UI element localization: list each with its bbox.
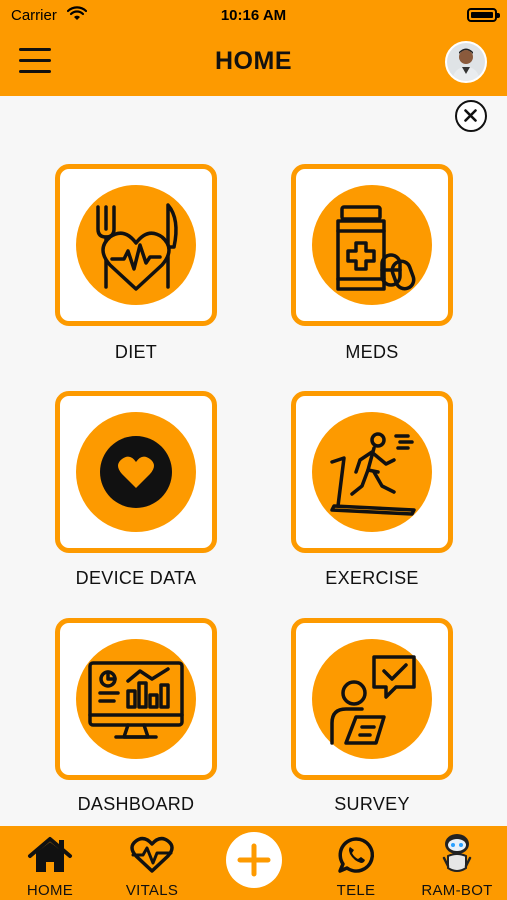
survey-tile[interactable] <box>291 618 453 780</box>
dashboard-icon-circle <box>76 639 196 759</box>
dashboard-tile[interactable] <box>55 618 217 780</box>
tab-ram-bot[interactable]: RAM-BOT <box>407 826 507 900</box>
medicine-bottle-pills-icon <box>336 205 416 291</box>
dashboard-label: DASHBOARD <box>77 794 195 814</box>
device-data-tile[interactable] <box>55 391 217 553</box>
home-icon <box>28 837 72 872</box>
diet-heart-cutlery-icon <box>96 203 178 291</box>
meds-label: MEDS <box>345 342 399 362</box>
heart-badge-icon <box>100 436 172 508</box>
exercise-icon-circle <box>312 412 432 532</box>
survey-label: SURVEY <box>334 794 410 814</box>
heart-pulse-icon <box>130 836 174 873</box>
battery-icon <box>467 8 500 22</box>
top-bar: Carrier 10:16 AM HOME <box>0 0 507 96</box>
device-data-label: DEVICE DATA <box>75 568 197 588</box>
tab-vitals-label: VITALS <box>125 882 179 899</box>
close-button[interactable] <box>455 100 487 132</box>
tab-vitals[interactable]: VITALS <box>102 826 202 900</box>
dashboard-monitor-icon <box>88 661 184 739</box>
tab-tele[interactable]: TELE <box>306 826 406 900</box>
treadmill-runner-icon <box>330 432 416 516</box>
status-bar: Carrier 10:16 AM <box>0 0 507 30</box>
avatar[interactable] <box>445 41 487 83</box>
tab-tele-label: TELE <box>336 882 376 899</box>
exercise-tile[interactable] <box>291 391 453 553</box>
tab-home[interactable]: HOME <box>0 826 100 900</box>
diet-label: DIET <box>114 342 158 362</box>
survey-chat-icon <box>330 655 416 745</box>
tab-home-label: HOME <box>26 882 74 899</box>
page-title: HOME <box>215 47 292 75</box>
meds-tile[interactable] <box>291 164 453 326</box>
meds-icon-circle <box>312 185 432 305</box>
whatsapp-phone-icon <box>338 837 375 873</box>
diet-tile[interactable] <box>55 164 217 326</box>
survey-icon-circle <box>312 639 432 759</box>
device-data-icon-circle <box>76 412 196 532</box>
exercise-label: EXERCISE <box>325 568 419 588</box>
close-icon <box>464 109 477 122</box>
status-time: 10:16 AM <box>220 7 287 24</box>
plus-icon <box>237 843 271 877</box>
tab-ram-bot-label: RAM-BOT <box>421 882 493 899</box>
robot-icon <box>442 834 472 872</box>
add-button[interactable] <box>226 832 282 888</box>
diet-icon-circle <box>76 185 196 305</box>
